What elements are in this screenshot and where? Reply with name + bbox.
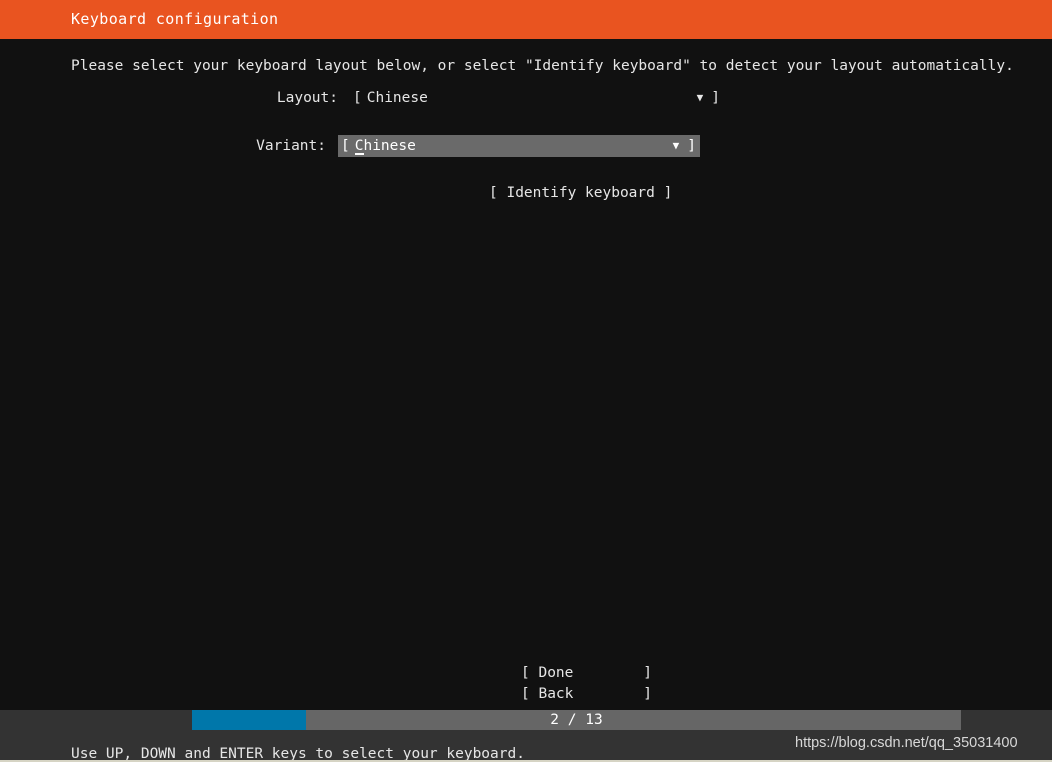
bracket-open: [: [353, 90, 362, 106]
layout-selected-value: Chinese: [366, 90, 428, 106]
done-button[interactable]: [ Done ]: [521, 663, 652, 684]
variant-dropdown[interactable]: [ Chinese ▼ ]: [338, 135, 700, 157]
intro-instruction-text: Please select your keyboard layout below…: [71, 58, 1014, 74]
progress-step-label: 2 / 13: [550, 712, 603, 728]
variant-selected-value: Chinese: [354, 138, 416, 155]
chevron-down-icon[interactable]: ▼: [673, 135, 680, 157]
variant-row: Variant: [ Chinese ▼ ]: [251, 135, 700, 157]
layout-dropdown[interactable]: [ Chinese ▼ ]: [350, 87, 724, 109]
page-title: Keyboard configuration: [71, 10, 279, 28]
bracket-close: ]: [687, 138, 696, 154]
bracket-close: ]: [711, 90, 720, 106]
header-bar: Keyboard configuration: [0, 0, 1052, 39]
identify-keyboard-button[interactable]: [ Identify keyboard ]: [489, 183, 672, 203]
progress-bar: 2 / 13: [192, 710, 961, 730]
bracket-open: [: [341, 138, 350, 154]
watermark-text: https://blog.csdn.net/qq_35031400: [795, 735, 1018, 751]
variant-label: Variant:: [256, 138, 326, 154]
layout-label: Layout:: [276, 90, 338, 106]
installer-screen: Keyboard configuration Please select you…: [0, 0, 1052, 762]
bottom-button-group: [ Done ] [ Back ]: [521, 663, 652, 705]
layout-row: Layout: [ Chinese ▼ ]: [263, 87, 724, 109]
back-button[interactable]: [ Back ]: [521, 684, 652, 705]
chevron-down-icon[interactable]: ▼: [697, 87, 704, 109]
